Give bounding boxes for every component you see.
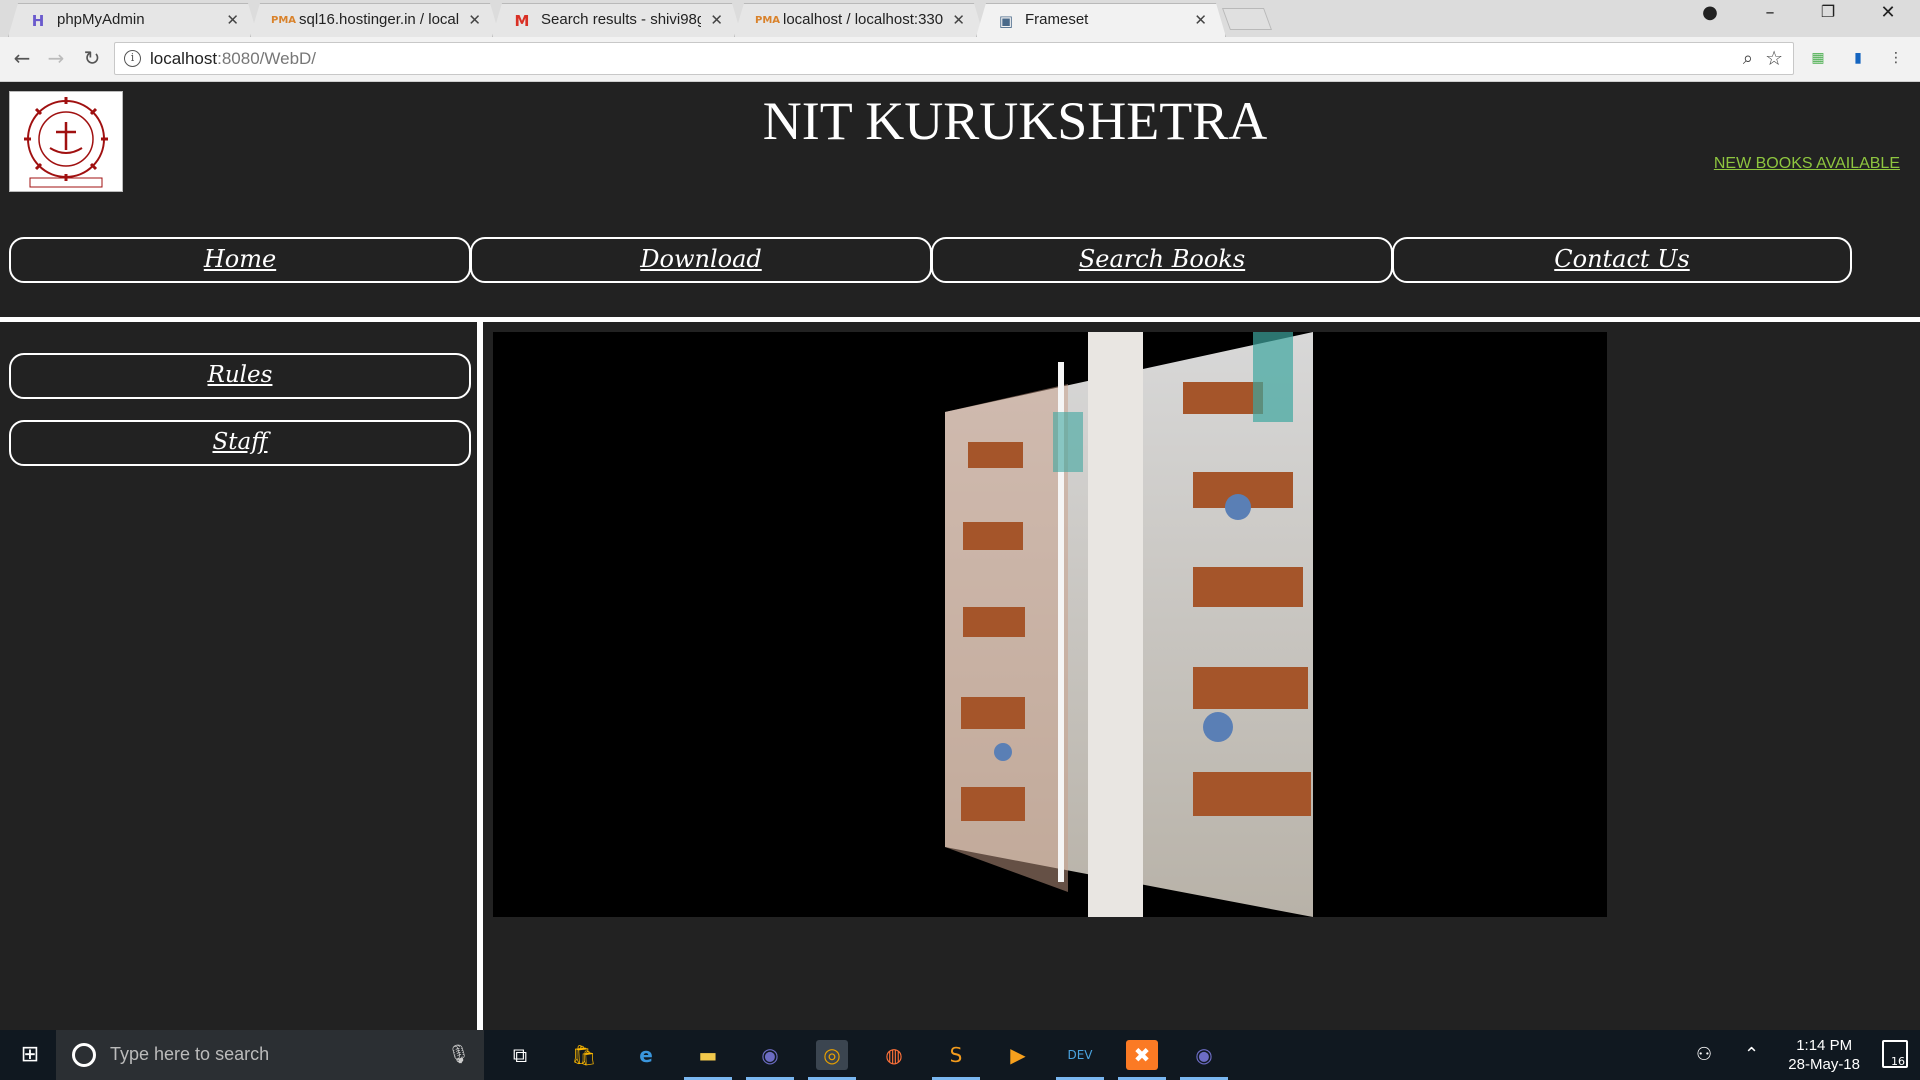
- windows-taskbar: ⊞ Type here to search 🎙 ⧉ 🛍 e ▬ ◉ ◎ ◍ S …: [0, 1030, 1920, 1080]
- eclipse-icon[interactable]: ◉: [746, 1040, 794, 1080]
- edge-icon[interactable]: e: [630, 1040, 662, 1070]
- url-text[interactable]: localhost:8080/WebD/: [150, 49, 316, 69]
- nav-home[interactable]: Home: [9, 237, 471, 283]
- clock-date: 28-May-18: [1788, 1056, 1860, 1073]
- store-icon[interactable]: 🛍: [568, 1040, 600, 1070]
- chrome-icon[interactable]: ◎: [808, 1040, 856, 1080]
- close-window-icon[interactable]: ✕: [1868, 2, 1908, 23]
- side-nav-staff[interactable]: Staff: [9, 420, 471, 466]
- task-view-icon[interactable]: ⧉: [504, 1040, 536, 1070]
- pma-icon: PMA: [755, 15, 781, 26]
- tab-localhost-pma[interactable]: PMA localhost / localhost:3307 ✕: [734, 3, 984, 37]
- address-bar[interactable]: i localhost:8080/WebD/ ⌕ ☆: [114, 42, 1794, 75]
- browser-toolbar: ← → ↻ i localhost:8080/WebD/ ⌕ ☆ ▦ ▮ ⋮: [0, 37, 1920, 82]
- taskbar-clock[interactable]: 1:14 PM 28-May-18: [1788, 1036, 1860, 1074]
- gmail-icon: M: [514, 12, 530, 30]
- zoom-icon[interactable]: ⌕: [1743, 48, 1753, 69]
- info-icon[interactable]: i: [124, 50, 141, 67]
- devcpp-icon[interactable]: DEV: [1056, 1040, 1104, 1080]
- cortana-icon: [72, 1043, 96, 1067]
- tab-title: phpMyAdmin: [57, 11, 145, 28]
- nav-search-books[interactable]: Search Books: [931, 237, 1393, 283]
- back-arrow-icon[interactable]: ←: [8, 46, 36, 70]
- extension-icon[interactable]: ▮: [1848, 48, 1868, 68]
- restore-icon[interactable]: ❐: [1808, 2, 1848, 21]
- close-tab-icon[interactable]: ✕: [710, 11, 723, 29]
- file-explorer-icon[interactable]: ▬: [684, 1040, 732, 1080]
- minimize-icon[interactable]: –: [1750, 2, 1790, 23]
- extension-icon[interactable]: ▦: [1808, 48, 1828, 68]
- notification-count: 16: [1891, 1055, 1905, 1068]
- tab-title: Search results - shivi98g: [541, 11, 701, 28]
- page-icon: ▣: [998, 12, 1014, 30]
- windows-start-icon[interactable]: ⊞: [14, 1040, 46, 1070]
- nav-download[interactable]: Download: [470, 237, 932, 283]
- frame-divider-horizontal[interactable]: [0, 317, 1920, 322]
- xampp-icon[interactable]: ✖: [1118, 1040, 1166, 1080]
- eclipse-icon[interactable]: ◉: [1180, 1040, 1228, 1080]
- browser-tab-strip: H phpMyAdmin ✕ PMA sql16.hostinger.in / …: [0, 0, 1920, 37]
- side-nav-rules[interactable]: Rules: [9, 353, 471, 399]
- microphone-icon[interactable]: 🎙: [447, 1044, 470, 1065]
- tray-chevron-up-icon[interactable]: ⌃: [1744, 1044, 1759, 1065]
- webpage: NIT KURUKSHETRA NEW BOOKS AVAILABLE Home…: [0, 82, 1920, 1030]
- tab-title: sql16.hostinger.in / locall: [299, 11, 459, 28]
- sublime-text-icon[interactable]: S: [932, 1040, 980, 1080]
- menu-kebab-icon[interactable]: ⋮: [1886, 48, 1906, 68]
- profile-icon[interactable]: ●: [1690, 2, 1730, 23]
- people-icon[interactable]: ⚇: [1696, 1044, 1712, 1065]
- page-title: NIT KURUKSHETRA: [762, 91, 1268, 151]
- close-tab-icon[interactable]: ✕: [1194, 11, 1207, 29]
- media-player-icon[interactable]: ▶: [1002, 1040, 1034, 1070]
- nav-contact-us[interactable]: Contact Us: [1392, 237, 1852, 283]
- pma-icon: PMA: [271, 15, 297, 26]
- slideshow-image: [493, 332, 1607, 917]
- tab-title: Frameset: [1025, 11, 1089, 28]
- phpmyadmin-icon: H: [31, 12, 45, 30]
- forward-arrow-icon[interactable]: →: [42, 46, 70, 70]
- frame-divider-vertical[interactable]: [477, 322, 483, 1030]
- close-tab-icon[interactable]: ✕: [952, 11, 965, 29]
- tab-frameset[interactable]: ▣ Frameset ✕: [976, 3, 1226, 37]
- close-tab-icon[interactable]: ✕: [468, 11, 481, 29]
- firefox-icon[interactable]: ◍: [878, 1040, 910, 1070]
- search-placeholder: Type here to search: [110, 1044, 270, 1064]
- tab-hostinger[interactable]: PMA sql16.hostinger.in / locall ✕: [250, 3, 500, 37]
- tab-phpmyadmin[interactable]: H phpMyAdmin ✕: [8, 3, 258, 37]
- clock-time: 1:14 PM: [1796, 1037, 1853, 1054]
- bookmark-star-icon[interactable]: ☆: [1765, 46, 1783, 70]
- tab-title: localhost / localhost:3307: [783, 11, 943, 28]
- new-tab-button[interactable]: [1221, 8, 1273, 30]
- close-tab-icon[interactable]: ✕: [226, 11, 239, 29]
- reload-icon[interactable]: ↻: [78, 46, 106, 70]
- taskbar-search-box[interactable]: Type here to search 🎙: [56, 1030, 484, 1080]
- action-center-icon[interactable]: 16: [1882, 1040, 1908, 1068]
- new-books-link[interactable]: NEW BOOKS AVAILABLE: [1714, 155, 1900, 173]
- tab-gmail[interactable]: M Search results - shivi98g ✕: [492, 3, 742, 37]
